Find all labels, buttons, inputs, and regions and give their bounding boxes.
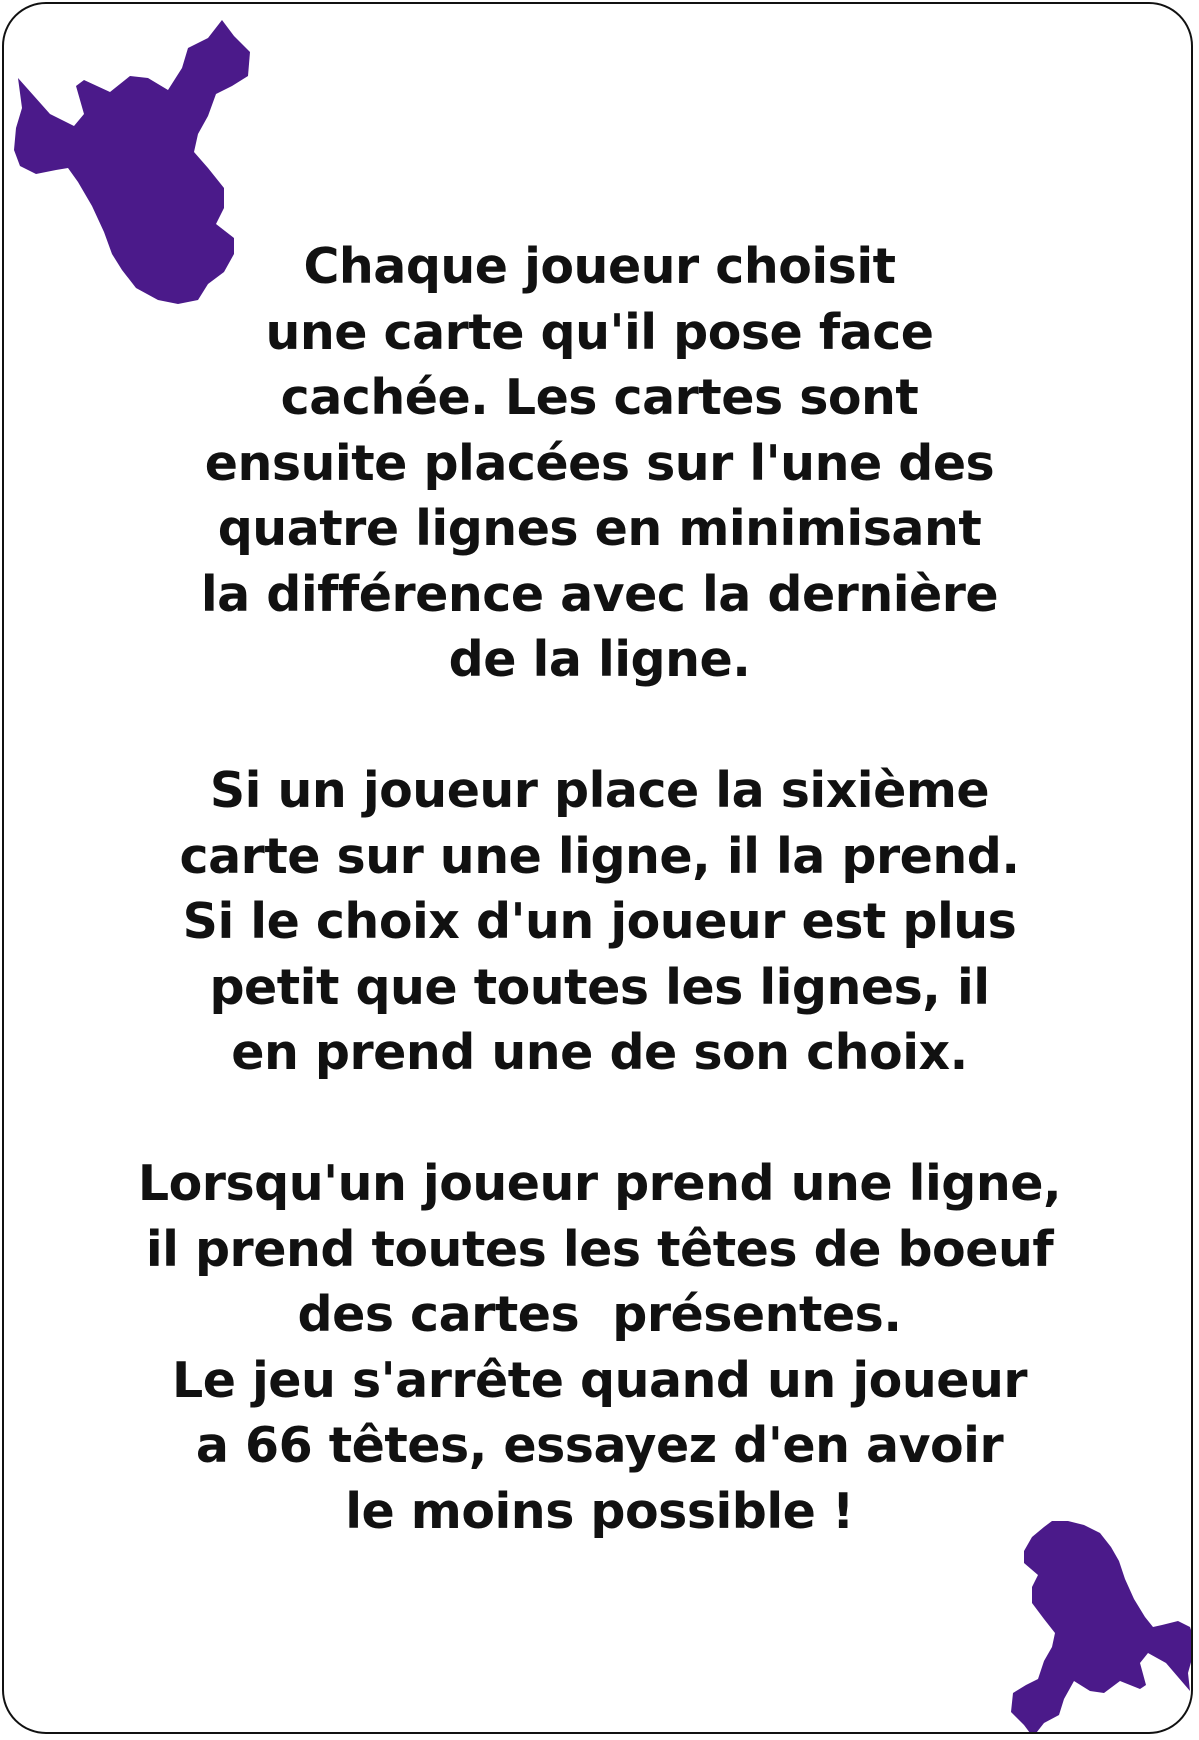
rules-line: il prend toutes les têtes de boeuf	[145, 1220, 1054, 1278]
rules-line: quatre lignes en minimisant	[217, 500, 982, 557]
rules-paragraph-taking: Si un joueur place la sixième carte sur …	[4, 758, 1191, 1086]
rules-card: Chaque joueur choisit une carte qu'il po…	[2, 2, 1193, 1734]
rules-line: petit que toutes les lignes, il	[209, 958, 990, 1016]
rules-text: Chaque joueur choisit une carte qu'il po…	[4, 234, 1191, 1544]
rules-line: cachée. Les cartes sont	[280, 369, 919, 426]
rules-line: a 66 têtes, essayez d'en avoir	[195, 1417, 1004, 1474]
rules-line: une carte qu'il pose face	[265, 303, 934, 361]
bull-head-icon	[1011, 1521, 1191, 1732]
rules-line: carte sur une ligne, il la prend.	[179, 827, 1020, 885]
rules-line: Si le choix d'un joueur est plus	[182, 893, 1017, 950]
rules-paragraph-placement: Chaque joueur choisit une carte qu'il po…	[4, 234, 1191, 693]
rules-line: Chaque joueur choisit	[303, 238, 896, 295]
rules-line: Le jeu s'arrête quand un joueur	[172, 1351, 1028, 1409]
rules-line: de la ligne.	[448, 631, 751, 688]
rules-line: Si un joueur place la sixième	[209, 762, 990, 819]
rules-line: Lorsqu'un joueur prend une ligne,	[137, 1155, 1062, 1212]
rules-line: la différence avec la dernière	[200, 565, 999, 623]
rules-paragraph-scoring: Lorsqu'un joueur prend une ligne, il pre…	[4, 1151, 1191, 1544]
rules-line: des cartes présentes.	[297, 1286, 902, 1343]
rules-line: en prend une de son choix.	[231, 1024, 968, 1081]
rules-line: ensuite placées sur l'une des	[204, 434, 995, 492]
